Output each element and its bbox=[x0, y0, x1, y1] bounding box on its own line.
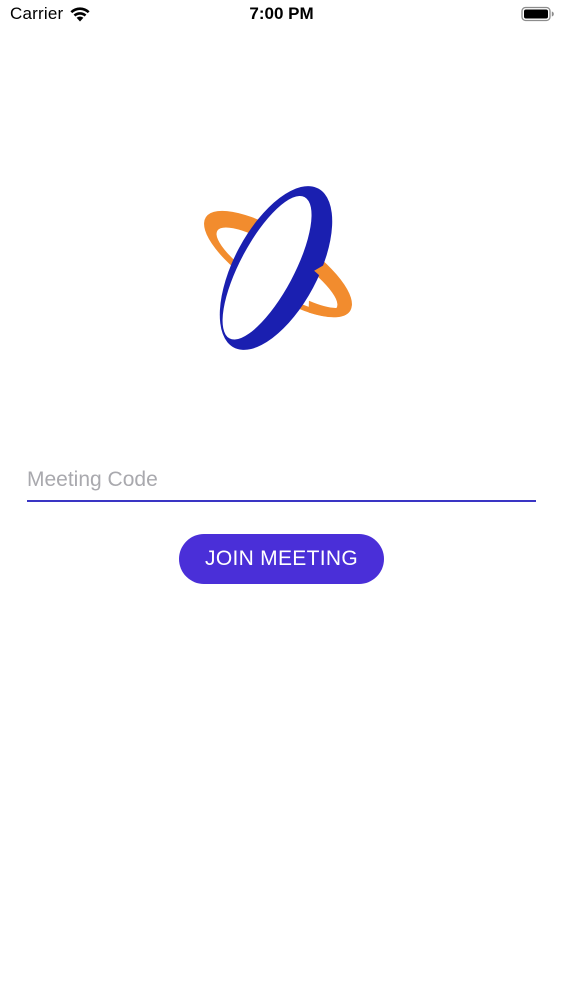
battery-full-icon bbox=[521, 6, 554, 22]
status-time: 7:00 PM bbox=[249, 4, 314, 23]
meeting-code-field bbox=[27, 462, 536, 502]
status-bar: Carrier 7:00 PM bbox=[0, 0, 563, 30]
app-screen: Carrier 7:00 PM Meeting Code JOIN MEETIN… bbox=[0, 0, 563, 1000]
meeting-code-input[interactable] bbox=[27, 462, 536, 498]
orbit-logo-icon bbox=[204, 186, 352, 350]
join-meeting-button[interactable]: JOIN MEETING bbox=[179, 534, 384, 584]
